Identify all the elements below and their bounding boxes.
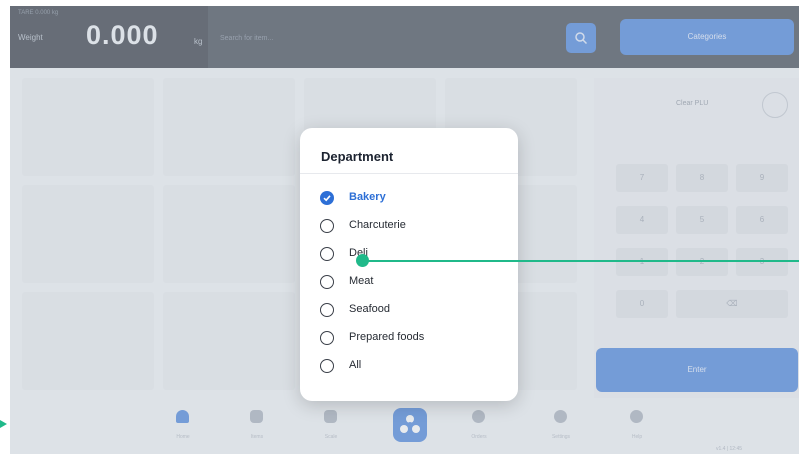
department-option-all[interactable]: All bbox=[320, 357, 500, 377]
divider bbox=[300, 173, 518, 174]
option-label: Prepared foods bbox=[349, 331, 425, 343]
option-label: Charcuterie bbox=[349, 219, 406, 231]
annotation-dot bbox=[356, 254, 369, 267]
department-option-meat[interactable]: Meat bbox=[320, 273, 500, 293]
option-label: Meat bbox=[349, 275, 374, 287]
department-option-seafood[interactable]: Seafood bbox=[320, 301, 500, 321]
radio-icon[interactable] bbox=[320, 331, 334, 345]
department-dialog: Department Bakery Charcuterie Deli Meat … bbox=[300, 128, 518, 401]
radio-icon[interactable] bbox=[320, 359, 334, 373]
option-label: Seafood bbox=[349, 303, 390, 315]
annotation-line bbox=[366, 260, 799, 262]
department-option-prepared-foods[interactable]: Prepared foods bbox=[320, 329, 500, 349]
department-option-deli[interactable]: Deli bbox=[320, 245, 500, 265]
department-option-charcuterie[interactable]: Charcuterie bbox=[320, 217, 500, 237]
dialog-title: Department bbox=[321, 149, 394, 164]
radio-icon[interactable] bbox=[320, 247, 334, 261]
option-label: All bbox=[349, 359, 362, 371]
option-label: Bakery bbox=[349, 191, 386, 203]
department-option-bakery[interactable]: Bakery bbox=[320, 189, 500, 209]
radio-checked-icon[interactable] bbox=[320, 191, 334, 205]
annotation-arrow-icon bbox=[0, 420, 7, 428]
radio-icon[interactable] bbox=[320, 303, 334, 317]
radio-icon[interactable] bbox=[320, 275, 334, 289]
radio-icon[interactable] bbox=[320, 219, 334, 233]
